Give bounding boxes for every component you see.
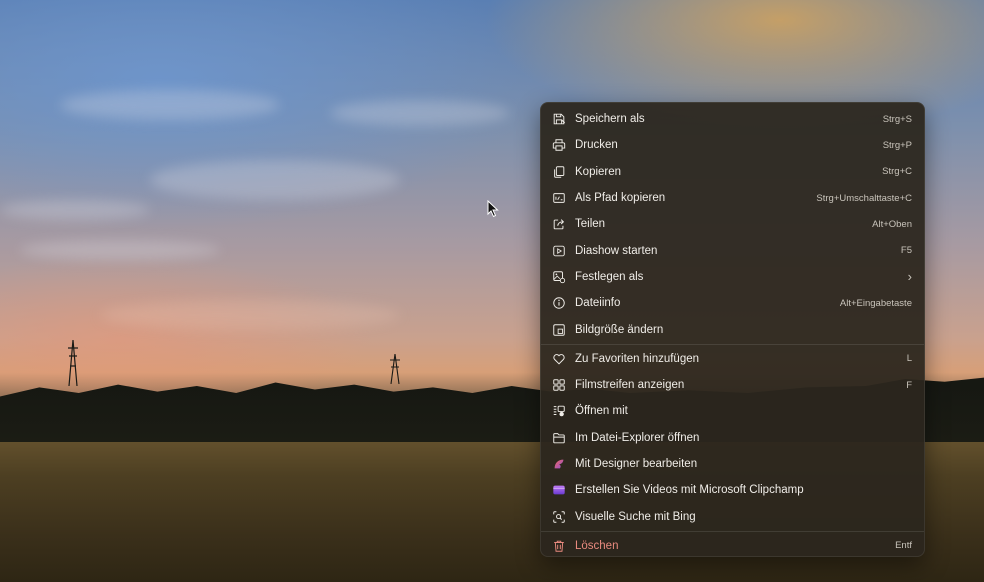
menu-item-shortcut: Alt+Oben bbox=[872, 218, 912, 230]
menu-item-add-to-favorites[interactable]: Zu Favoriten hinzufügen L bbox=[541, 346, 924, 372]
menu-item-label: Kopieren bbox=[575, 165, 622, 178]
set-as-icon bbox=[551, 269, 567, 285]
menu-item-open-in-explorer[interactable]: Im Datei-Explorer öffnen bbox=[541, 425, 924, 451]
menu-item-open-with[interactable]: Öffnen mit bbox=[541, 398, 924, 424]
open-with-icon bbox=[551, 403, 567, 419]
menu-item-label: Im Datei-Explorer öffnen bbox=[575, 431, 700, 444]
menu-item-show-filmstrip[interactable]: Filmstreifen anzeigen F bbox=[541, 372, 924, 398]
heart-icon bbox=[551, 351, 567, 367]
menu-item-slideshow[interactable]: Diashow starten F5 bbox=[541, 237, 924, 263]
menu-item-label: Filmstreifen anzeigen bbox=[575, 379, 685, 392]
share-icon bbox=[551, 216, 567, 232]
menu-item-label: Als Pfad kopieren bbox=[575, 192, 666, 205]
folder-icon bbox=[551, 430, 567, 446]
chevron-right-icon: › bbox=[907, 269, 912, 285]
menu-separator bbox=[541, 343, 924, 345]
menu-item-shortcut: F5 bbox=[900, 245, 912, 257]
menu-item-label: Dateiinfo bbox=[575, 297, 621, 310]
context-menu: Speichern als Strg+S Drucken Strg+P Kopi… bbox=[540, 102, 925, 557]
cloud bbox=[100, 300, 400, 330]
menu-item-label: Öffnen mit bbox=[575, 405, 628, 418]
menu-item-label: Erstellen Sie Videos mit Microsoft Clipc… bbox=[575, 484, 804, 497]
menu-item-delete[interactable]: Löschen Entf bbox=[541, 533, 924, 559]
menu-item-save-as[interactable]: Speichern als Strg+S bbox=[541, 106, 924, 132]
slideshow-icon bbox=[551, 243, 567, 259]
menu-item-label: Bildgröße ändern bbox=[575, 323, 664, 336]
menu-item-copy[interactable]: Kopieren Strg+C bbox=[541, 159, 924, 185]
menu-item-label: Speichern als bbox=[575, 113, 645, 126]
visual-search-icon bbox=[551, 509, 567, 525]
cloud bbox=[330, 100, 510, 126]
menu-item-shortcut: Strg+Umschalttaste+C bbox=[816, 192, 912, 204]
menu-item-label: Visuelle Suche mit Bing bbox=[575, 510, 696, 523]
menu-item-edit-with-designer[interactable]: Mit Designer bearbeiten bbox=[541, 451, 924, 477]
menu-item-visual-search-bing[interactable]: Visuelle Suche mit Bing bbox=[541, 503, 924, 529]
save-as-icon bbox=[551, 111, 567, 127]
menu-item-label: Löschen bbox=[575, 539, 619, 552]
cloud bbox=[0, 200, 150, 220]
menu-item-label: Drucken bbox=[575, 139, 618, 152]
menu-item-shortcut: L bbox=[906, 353, 912, 365]
menu-item-copy-as-path[interactable]: Als Pfad kopieren Strg+Umschalttaste+C bbox=[541, 185, 924, 211]
copy-path-icon bbox=[551, 190, 567, 206]
resize-icon bbox=[551, 322, 567, 338]
cloud bbox=[150, 160, 400, 200]
menu-separator bbox=[541, 530, 924, 532]
info-icon bbox=[551, 295, 567, 311]
menu-item-shortcut: Alt+Eingabetaste bbox=[839, 297, 912, 309]
menu-item-shortcut: Strg+P bbox=[882, 139, 912, 151]
power-pylon bbox=[68, 340, 78, 386]
mouse-cursor-icon bbox=[487, 200, 499, 218]
menu-item-set-as[interactable]: Festlegen als › bbox=[541, 264, 924, 290]
menu-item-label: Zu Favoriten hinzufügen bbox=[575, 352, 700, 365]
cloud bbox=[60, 90, 280, 120]
power-pylon bbox=[390, 354, 400, 384]
trash-icon bbox=[551, 538, 567, 554]
menu-item-shortcut: Strg+C bbox=[882, 166, 912, 178]
menu-item-label: Teilen bbox=[575, 218, 606, 231]
menu-item-share[interactable]: Teilen Alt+Oben bbox=[541, 211, 924, 237]
menu-item-label: Mit Designer bearbeiten bbox=[575, 458, 698, 470]
menu-item-label: Diashow starten bbox=[575, 244, 658, 257]
designer-icon bbox=[551, 456, 567, 472]
printer-icon bbox=[551, 137, 567, 153]
clipchamp-icon bbox=[551, 482, 567, 498]
menu-item-file-info[interactable]: Dateiinfo Alt+Eingabetaste bbox=[541, 290, 924, 316]
menu-item-create-videos-clipchamp[interactable]: Erstellen Sie Videos mit Microsoft Clipc… bbox=[541, 477, 924, 503]
menu-item-shortcut: Strg+S bbox=[882, 113, 912, 125]
menu-item-print[interactable]: Drucken Strg+P bbox=[541, 132, 924, 158]
cloud bbox=[20, 240, 220, 260]
menu-item-shortcut: Entf bbox=[895, 540, 912, 552]
copy-icon bbox=[551, 164, 567, 180]
menu-item-label: Festlegen als bbox=[575, 270, 644, 283]
menu-item-resize[interactable]: Bildgröße ändern bbox=[541, 316, 924, 342]
menu-item-shortcut: F bbox=[906, 379, 912, 391]
filmstrip-icon bbox=[551, 377, 567, 393]
